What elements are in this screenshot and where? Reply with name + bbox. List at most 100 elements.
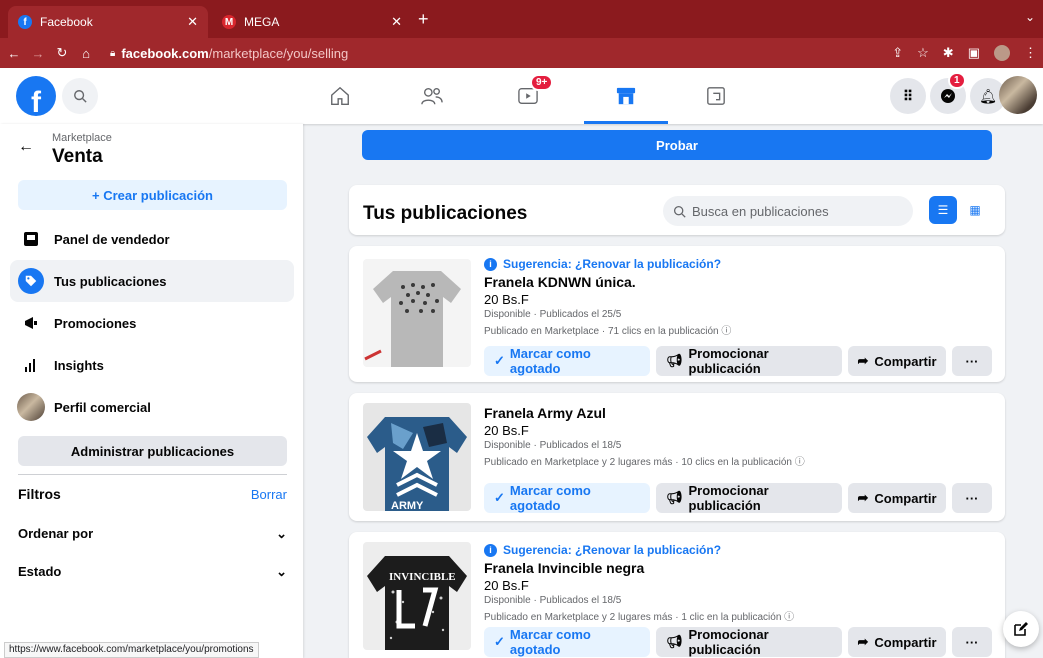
more-icon: ···: [965, 634, 979, 650]
listing-card[interactable]: INVINCIBLE i Sugerencia: ¿Renovar la publ…: [349, 532, 1005, 658]
profile-icon[interactable]: [994, 45, 1010, 61]
home-icon: [331, 86, 349, 105]
url-field[interactable]: 🔒︎ facebook.com/marketplace/you/selling: [110, 46, 348, 61]
close-icon[interactable]: ✕: [187, 14, 198, 30]
new-tab-button[interactable]: +: [418, 9, 429, 30]
forward-arrow-icon[interactable]: →: [28, 46, 48, 61]
listing-card[interactable]: ARMY Franela Army Azul 20 Bs.F Disponibl…: [349, 393, 1005, 521]
more-options-button[interactable]: ···: [952, 346, 992, 376]
tab-mega[interactable]: M MEGA ✕: [212, 6, 412, 38]
svg-text:ARMY: ARMY: [391, 500, 424, 511]
sidebar-item-label: Perfil comercial: [54, 399, 151, 415]
mark-sold-button[interactable]: ✓ Marcar como agotado: [484, 346, 650, 376]
more-icon: ···: [965, 490, 979, 506]
mark-sold-button[interactable]: ✓ Marcar como agotado: [484, 483, 650, 513]
info-icon: i: [484, 543, 497, 557]
profile-avatar: [17, 393, 45, 421]
listing-price: 20 Bs.F: [484, 292, 529, 307]
renew-suggestion-link[interactable]: i Sugerencia: ¿Renovar la publicación?: [484, 256, 991, 272]
create-listing-button[interactable]: + Crear publicación: [18, 180, 287, 210]
nav-friends[interactable]: [402, 76, 462, 116]
menu-dots-icon[interactable]: ⋮: [1024, 45, 1037, 61]
extensions-icon[interactable]: ✱: [943, 45, 954, 61]
search-placeholder: Busca en publicaciones: [692, 203, 829, 219]
facebook-icon: f: [18, 15, 32, 29]
address-bar: ← → ↻ ⌂ 🔒︎ facebook.com/marketplace/you/…: [0, 38, 1043, 68]
share-button[interactable]: ➦ Compartir: [848, 627, 946, 657]
status-dropdown[interactable]: Estado ⌄: [18, 564, 287, 580]
menu-button[interactable]: ⠿: [890, 78, 926, 114]
search-button[interactable]: [62, 78, 98, 114]
grid-view-button[interactable]: ▦: [961, 196, 989, 224]
try-button[interactable]: Probar: [362, 130, 992, 160]
nav-marketplace[interactable]: [584, 76, 668, 124]
bar-chart-icon: [20, 354, 42, 376]
listing-title[interactable]: Franela Army Azul: [484, 405, 991, 421]
promote-listing-button[interactable]: 📢︎ Promocionar publicación: [656, 483, 842, 513]
facebook-logo[interactable]: f: [16, 76, 56, 116]
breadcrumb[interactable]: Marketplace: [52, 132, 112, 144]
more-options-button[interactable]: ···: [952, 627, 992, 657]
info-icon[interactable]: ⓘ: [721, 326, 731, 337]
nav-watch[interactable]: 9+: [498, 74, 558, 116]
sidebar-item-insights[interactable]: Insights: [10, 344, 294, 386]
sidebar-item-your-listings[interactable]: Tus publicaciones: [10, 260, 294, 302]
megaphone-icon: [20, 312, 42, 334]
product-image[interactable]: ARMY: [363, 403, 471, 511]
share-icon[interactable]: ⇪: [892, 45, 903, 61]
share-button[interactable]: ➦ Compartir: [848, 346, 946, 376]
clear-filters-link[interactable]: Borrar: [251, 487, 287, 502]
home-icon[interactable]: ⌂: [76, 46, 96, 61]
close-icon[interactable]: ✕: [391, 14, 402, 30]
account-avatar[interactable]: [999, 76, 1037, 114]
window-icon[interactable]: ▣: [968, 45, 980, 61]
sidebar-item-label: Insights: [54, 357, 104, 373]
megaphone-icon: 📢︎: [666, 634, 683, 649]
chevron-down-icon: ⌄: [276, 526, 287, 541]
promote-listing-button[interactable]: 📢︎ Promocionar publicación: [656, 627, 842, 657]
renew-suggestion-link[interactable]: i Sugerencia: ¿Renovar la publicación?: [484, 542, 991, 558]
mark-sold-button[interactable]: ✓ Marcar como agotado: [484, 627, 650, 657]
share-arrow-icon: ➦: [857, 634, 869, 649]
back-arrow-icon[interactable]: ←: [4, 46, 24, 61]
manage-listings-button[interactable]: Administrar publicaciones: [18, 436, 287, 466]
listing-card[interactable]: i Sugerencia: ¿Renovar la publicación? Fr…: [349, 246, 1005, 382]
listing-title[interactable]: Franela Invincible negra: [484, 560, 991, 576]
sidebar-item-business-profile[interactable]: Perfil comercial: [10, 386, 294, 428]
listing-title[interactable]: Franela KDNWN única.: [484, 274, 991, 290]
star-icon[interactable]: ☆: [917, 45, 929, 61]
messenger-button[interactable]: 1: [930, 72, 966, 114]
sidebar-item-promotions[interactable]: Promociones: [10, 302, 294, 344]
reload-icon[interactable]: ↻: [52, 45, 72, 61]
listing-status: Disponible · Publicados el 18/5: [484, 595, 622, 606]
list-icon: ☰: [937, 203, 949, 217]
more-options-button[interactable]: ···: [952, 483, 992, 513]
nav-home[interactable]: [310, 76, 370, 116]
search-input[interactable]: Busca en publicaciones: [663, 196, 913, 226]
share-button[interactable]: ➦ Compartir: [848, 483, 946, 513]
messenger-icon: [941, 89, 955, 103]
new-message-button[interactable]: [1003, 611, 1039, 647]
sidebar-item-label: Panel de vendedor: [54, 231, 170, 247]
info-icon[interactable]: ⓘ: [784, 612, 794, 623]
product-image[interactable]: INVINCIBLE: [363, 542, 471, 650]
sidebar-item-seller-dashboard[interactable]: Panel de vendedor: [10, 218, 294, 260]
suggestion-text: Sugerencia: ¿Renovar la publicación?: [503, 257, 722, 271]
tab-facebook[interactable]: f Facebook ✕: [8, 6, 208, 38]
url-path: /marketplace/you/selling: [208, 45, 349, 61]
button-label: Marcar como agotado: [509, 483, 591, 513]
listing-price: 20 Bs.F: [484, 578, 529, 593]
stats-text: Publicado en Marketplace · 71 clics en l…: [484, 326, 719, 337]
chevron-down-icon[interactable]: ⌄: [1025, 10, 1035, 24]
sort-by-label: Ordenar por: [18, 526, 94, 541]
info-icon[interactable]: ⓘ: [795, 457, 805, 468]
list-view-button[interactable]: ☰: [929, 196, 957, 224]
sort-by-dropdown[interactable]: Ordenar por ⌄: [18, 526, 287, 542]
product-image[interactable]: [363, 259, 471, 367]
tab-title: MEGA: [244, 15, 280, 29]
check-icon: ✓: [494, 353, 505, 368]
back-arrow-icon[interactable]: ←: [18, 138, 34, 156]
promote-listing-button[interactable]: 📢︎ Promocionar publicación: [656, 346, 842, 376]
nav-gaming[interactable]: [686, 76, 746, 116]
check-icon: ✓: [494, 490, 505, 505]
